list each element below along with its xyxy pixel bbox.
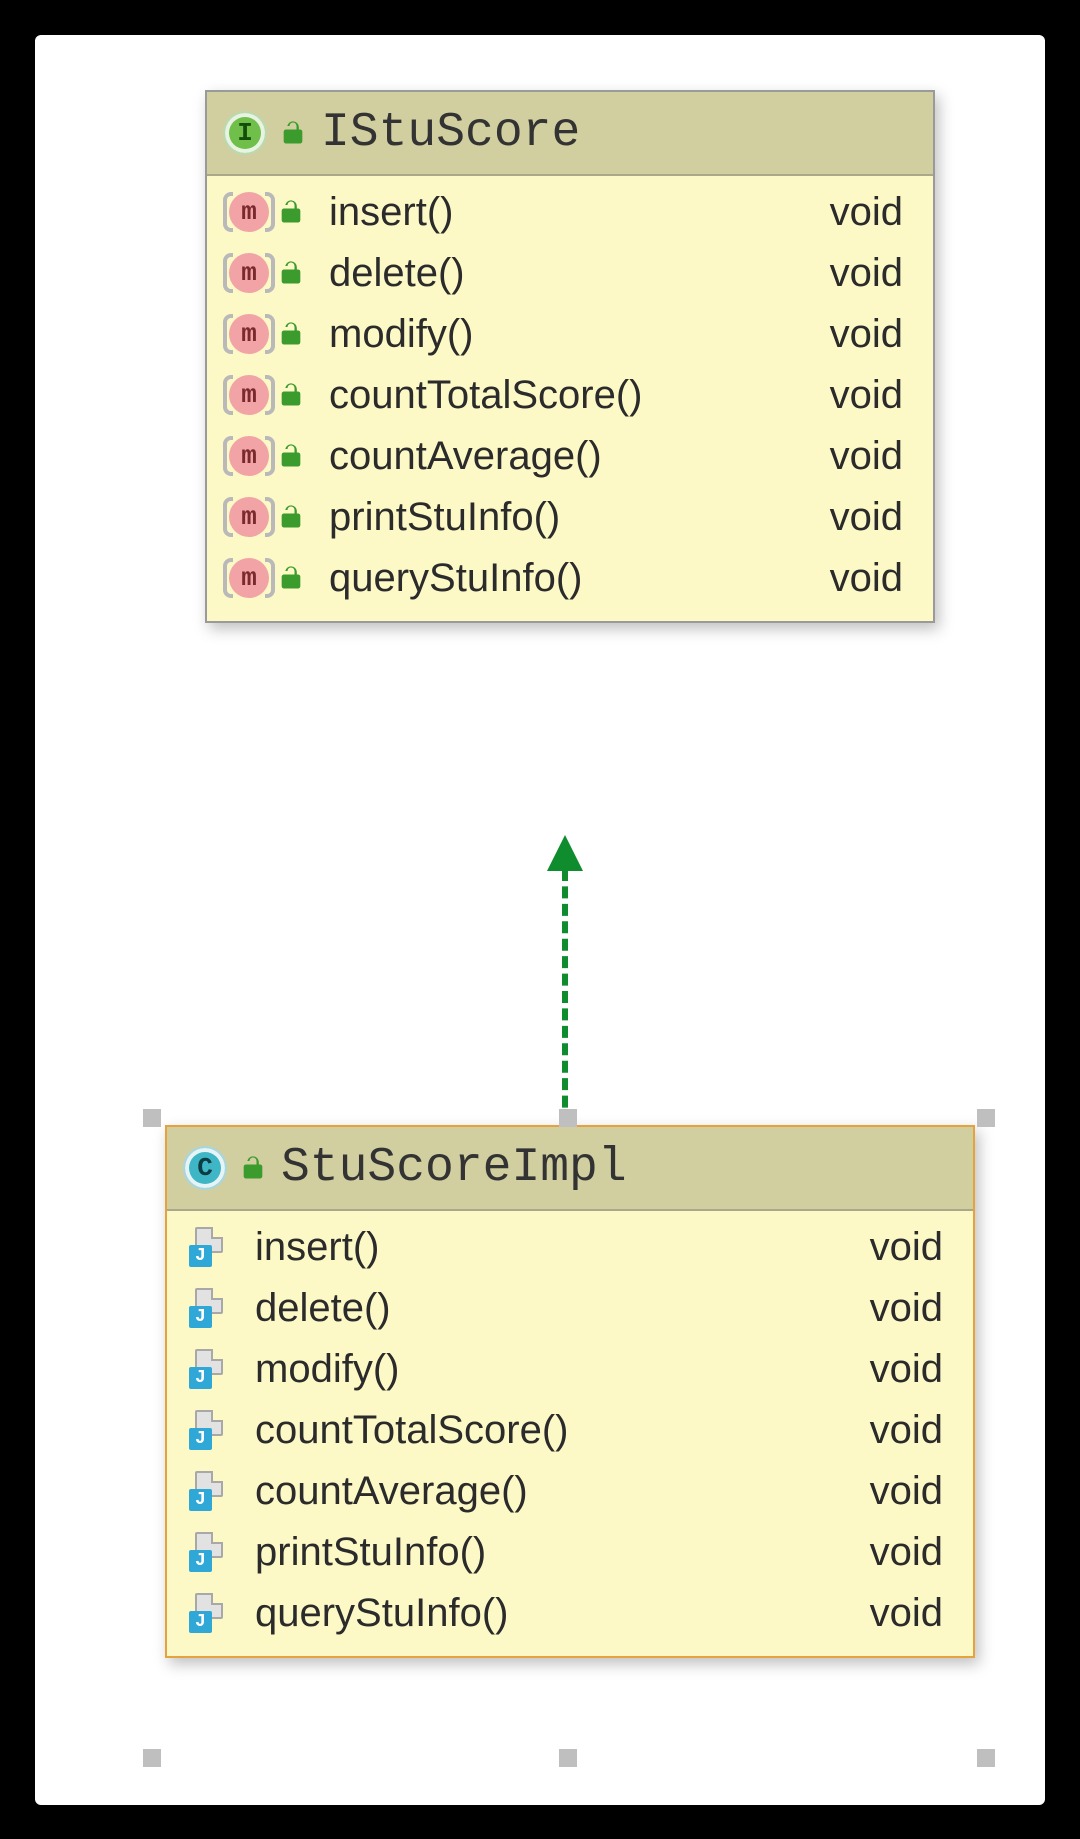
method-row[interactable]: m printStuInfo() void [207,487,933,548]
method-badge-icon: m [229,314,269,354]
selection-handle-icon[interactable] [977,1749,995,1767]
class-title: StuScoreImpl [281,1141,627,1195]
return-type: void [830,312,911,357]
method-row[interactable]: m countAverage() void [207,426,933,487]
method-row[interactable]: m modify() void [207,304,933,365]
method-row[interactable]: J delete() void [167,1278,973,1339]
return-type: void [870,1286,951,1331]
method-name: countAverage() [329,434,814,479]
java-file-icon: J [189,1288,229,1328]
unlocked-icon [277,442,305,470]
class-header: C StuScoreImpl [167,1127,973,1211]
unlocked-icon [279,119,307,147]
method-row[interactable]: J countTotalScore() void [167,1400,973,1461]
unlocked-icon [277,503,305,531]
unlocked-icon [277,381,305,409]
selection-handle-icon[interactable] [559,1109,577,1127]
return-type: void [870,1591,951,1636]
method-row[interactable]: J printStuInfo() void [167,1522,973,1583]
selection-handle-icon[interactable] [559,1749,577,1767]
return-type: void [830,495,911,540]
java-file-icon: J [189,1349,229,1389]
method-badge-icon: m [229,253,269,293]
method-row[interactable]: m queryStuInfo() void [207,548,933,609]
interface-badge-icon: I [225,113,265,153]
method-name: countTotalScore() [255,1408,854,1453]
method-name: queryStuInfo() [329,556,814,601]
method-badge-icon: m [229,375,269,415]
method-name: countTotalScore() [329,373,814,418]
method-name: countAverage() [255,1469,854,1514]
interface-title: IStuScore [321,106,580,160]
method-row[interactable]: m insert() void [207,182,933,243]
return-type: void [870,1530,951,1575]
method-name: delete() [255,1286,854,1331]
implements-arrow-icon [545,835,585,1125]
return-type: void [830,373,911,418]
java-file-icon: J [189,1471,229,1511]
method-badge-icon: m [229,497,269,537]
method-row[interactable]: J queryStuInfo() void [167,1583,973,1644]
method-badge-icon: m [229,192,269,232]
selection-handle-icon[interactable] [143,1109,161,1127]
method-name: modify() [329,312,814,357]
method-row[interactable]: J countAverage() void [167,1461,973,1522]
class-box[interactable]: C StuScoreImpl J insert() void J delete(… [165,1125,975,1658]
return-type: void [870,1408,951,1453]
return-type: void [830,190,911,235]
method-row[interactable]: J modify() void [167,1339,973,1400]
method-badge-icon: m [229,558,269,598]
method-name: printStuInfo() [329,495,814,540]
method-badge-icon: m [229,436,269,476]
java-file-icon: J [189,1227,229,1267]
class-badge-icon: C [185,1148,225,1188]
return-type: void [830,556,911,601]
method-name: printStuInfo() [255,1530,854,1575]
java-file-icon: J [189,1593,229,1633]
method-row[interactable]: J insert() void [167,1217,973,1278]
method-name: queryStuInfo() [255,1591,854,1636]
unlocked-icon [277,259,305,287]
interface-header: I IStuScore [207,92,933,176]
method-row[interactable]: m countTotalScore() void [207,365,933,426]
selection-handle-icon[interactable] [143,1749,161,1767]
diagram-canvas: I IStuScore m insert() void m d [35,35,1045,1805]
class-methods: J insert() void J delete() void J modify… [167,1211,973,1656]
interface-box[interactable]: I IStuScore m insert() void m d [205,90,935,623]
return-type: void [830,251,911,296]
unlocked-icon [277,320,305,348]
method-name: insert() [329,190,814,235]
return-type: void [830,434,911,479]
java-file-icon: J [189,1532,229,1572]
interface-methods: m insert() void m delete() void m [207,176,933,621]
return-type: void [870,1469,951,1514]
method-name: delete() [329,251,814,296]
unlocked-icon [277,564,305,592]
java-file-icon: J [189,1410,229,1450]
return-type: void [870,1347,951,1392]
method-row[interactable]: m delete() void [207,243,933,304]
selection-handle-icon[interactable] [977,1109,995,1127]
unlocked-icon [277,198,305,226]
method-name: insert() [255,1225,854,1270]
method-name: modify() [255,1347,854,1392]
return-type: void [870,1225,951,1270]
unlocked-icon [239,1154,267,1182]
